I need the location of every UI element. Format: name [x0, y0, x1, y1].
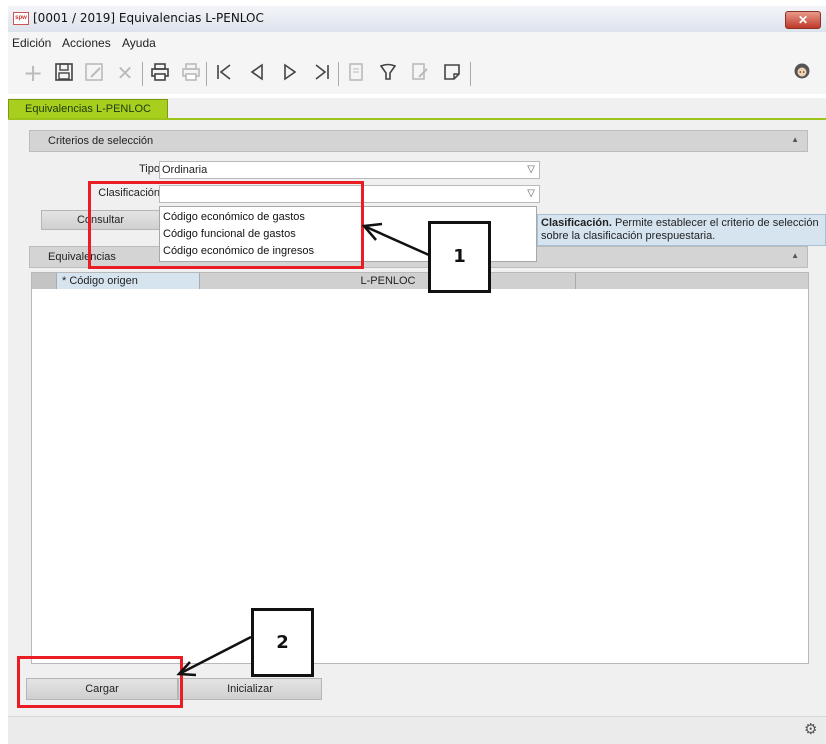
tipo-value: Ordinaria — [162, 164, 208, 176]
tab-strip: Equivalencias L-PENLOC — [8, 98, 826, 120]
gear-icon[interactable]: ⚙ — [804, 720, 817, 738]
column-header-empty[interactable] — [576, 273, 808, 289]
clasificacion-tooltip: Clasificación. Permite establecer el cri… — [537, 214, 826, 246]
tooltip-title: Clasificación. — [541, 217, 612, 229]
plus-icon[interactable]: + — [22, 61, 44, 85]
column-header-codigo-origen[interactable]: * Código origen — [57, 273, 200, 289]
window-title: [0001 / 2019] Equivalencias L-PENLOC — [33, 11, 264, 25]
column-header-l-penloc[interactable]: L-PENLOC — [201, 273, 576, 289]
tipo-label: Tipo — [139, 163, 160, 175]
next-record-icon[interactable] — [279, 62, 301, 84]
criterios-title: Criterios de selección — [48, 135, 154, 147]
toolbar-separator — [206, 62, 207, 86]
print-icon[interactable] — [149, 62, 171, 84]
close-button[interactable]: ✕ — [785, 11, 821, 29]
document-icon[interactable] — [345, 62, 367, 84]
report-icon[interactable] — [409, 62, 431, 84]
toolbar-separator — [142, 62, 143, 86]
user-icon[interactable] — [791, 62, 813, 84]
tab-equivalencias[interactable]: Equivalencias L-PENLOC — [8, 99, 168, 118]
collapse-icon[interactable]: ▲ — [791, 135, 799, 144]
status-bar: ⚙ — [8, 716, 826, 744]
menu-ayuda[interactable]: Ayuda — [122, 36, 156, 50]
callout-number-2: 2 — [251, 608, 314, 677]
app-icon: spw — [13, 12, 29, 25]
menu-bar: Edición Acciones Ayuda — [8, 32, 826, 54]
chevron-down-icon[interactable]: ▽ — [527, 162, 535, 178]
highlight-box-1 — [88, 181, 364, 269]
title-bar: spw [0001 / 2019] Equivalencias L-PENLOC… — [8, 6, 826, 33]
menu-edicion[interactable]: Edición — [12, 36, 51, 50]
filter-icon[interactable] — [377, 62, 399, 84]
first-record-icon[interactable] — [213, 62, 235, 84]
equivalencias-grid[interactable]: * Código origen L-PENLOC — [31, 272, 809, 664]
toolbar-separator — [470, 62, 471, 86]
chevron-down-icon[interactable]: ▽ — [527, 186, 535, 202]
tipo-select[interactable]: Ordinaria ▽ — [159, 161, 540, 179]
criterios-panel-header[interactable]: Criterios de selección ▲ — [29, 130, 808, 152]
note-icon[interactable] — [441, 62, 463, 84]
edit-icon[interactable] — [83, 62, 105, 84]
menu-acciones[interactable]: Acciones — [62, 36, 111, 50]
highlight-box-2 — [17, 656, 183, 708]
delete-icon[interactable]: ✕ — [114, 62, 136, 84]
save-icon[interactable] — [53, 62, 75, 84]
inicializar-button[interactable]: Inicializar — [178, 678, 322, 700]
toolbar: + ✕ — [8, 54, 826, 94]
toolbar-separator — [338, 62, 339, 86]
prev-record-icon[interactable] — [246, 62, 268, 84]
callout-number-1: 1 — [428, 221, 491, 293]
grid-header: * Código origen L-PENLOC — [32, 273, 808, 289]
row-selector-header — [32, 273, 57, 289]
print-preview-icon[interactable] — [180, 62, 202, 84]
last-record-icon[interactable] — [311, 62, 333, 84]
collapse-icon[interactable]: ▲ — [791, 251, 799, 260]
